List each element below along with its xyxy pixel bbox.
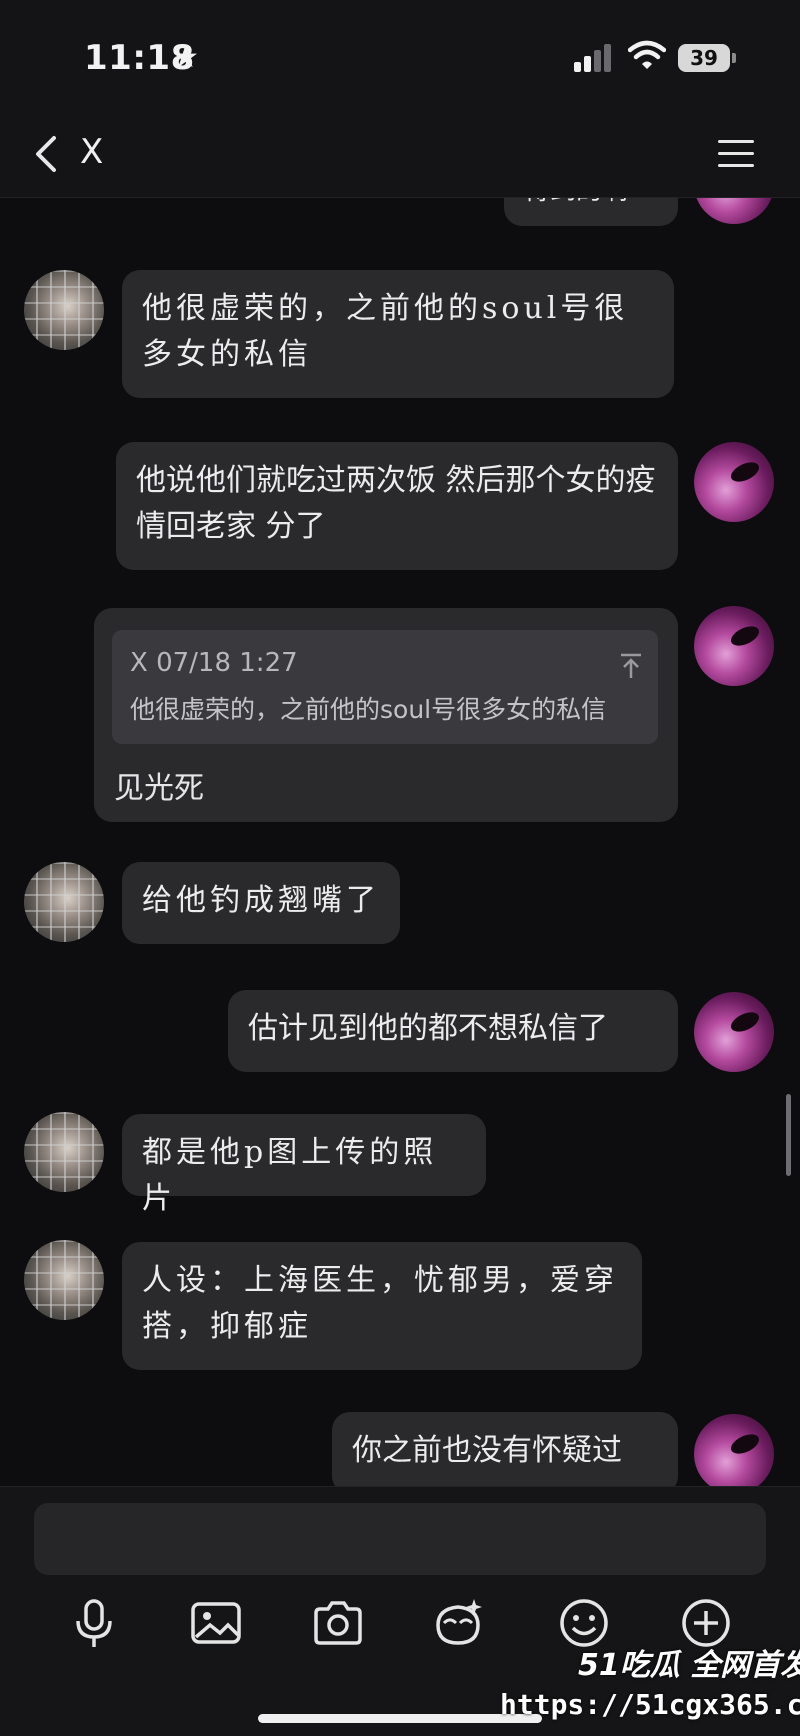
back-button[interactable] xyxy=(22,128,74,180)
message-text: 估计见到他的都不想私信了 xyxy=(248,1011,608,1046)
battery-nub xyxy=(732,53,736,63)
quoted-message-meta: X 07/18 1:27 xyxy=(130,648,298,678)
message-list[interactable]: 得到的啊 他很虚荣的，之前他的soul号很多女的私信 他说他们就吃过两次饭 然后… xyxy=(0,198,800,1486)
message-text: 见光死 xyxy=(114,771,204,806)
microphone-icon[interactable] xyxy=(66,1595,122,1651)
my-avatar[interactable] xyxy=(694,606,774,686)
watermark: 51吃瓜 全网首发 https://51cgx365.com xyxy=(500,1640,800,1736)
message-bubble-outgoing[interactable]: 得到的啊 xyxy=(504,198,678,226)
status-bar: 11:18 ★ 39 xyxy=(0,0,800,110)
message-bubble-incoming[interactable]: 都是他p图上传的照片 xyxy=(122,1114,486,1216)
chat-header: X xyxy=(0,110,800,198)
contact-avatar[interactable] xyxy=(24,862,104,942)
my-avatar[interactable] xyxy=(694,992,774,1072)
chat-title: X xyxy=(80,132,104,172)
contact-avatar[interactable] xyxy=(24,1240,104,1320)
my-avatar[interactable] xyxy=(694,442,774,522)
my-avatar[interactable] xyxy=(694,1414,774,1486)
contact-avatar[interactable] xyxy=(24,270,104,350)
message-bubble-outgoing[interactable]: 估计见到他的都不想私信了 xyxy=(228,990,678,1072)
cellular-signal-icon xyxy=(574,44,614,72)
camera-icon[interactable] xyxy=(310,1595,366,1651)
message-bubble-incoming[interactable]: 给他钓成翘嘴了 xyxy=(122,862,400,944)
message-text: 人设：上海医生，忧郁男，爱穿搭，抑郁症 xyxy=(142,1263,618,1344)
battery-level: 39 xyxy=(690,46,718,70)
message-text: 得到的啊 xyxy=(504,198,678,230)
menu-button[interactable] xyxy=(714,132,760,176)
contact-avatar[interactable] xyxy=(24,1112,104,1192)
message-text: 他很虚荣的，之前他的soul号很多女的私信 xyxy=(142,291,629,372)
message-text: 都是他p图上传的照片 xyxy=(142,1135,438,1216)
message-bubble-incoming[interactable]: 人设：上海医生，忧郁男，爱穿搭，抑郁症 xyxy=(122,1242,642,1370)
scrollbar[interactable] xyxy=(786,1094,791,1176)
message-text: 他说他们就吃过两次饭 然后那个女的疫情回老家 分了 xyxy=(136,463,656,544)
message-bubble-incoming[interactable]: 他很虚荣的，之前他的soul号很多女的私信 xyxy=(122,270,674,398)
sticker-icon[interactable] xyxy=(430,1595,486,1651)
watermark-brand: 51吃瓜 全网首发 xyxy=(578,1648,800,1683)
quoted-message-text: 他很虚荣的，之前他的soul号很多女的私信 xyxy=(130,695,607,724)
my-avatar[interactable] xyxy=(694,198,774,224)
message-bubble-outgoing[interactable]: 你之前也没有怀疑过 xyxy=(332,1412,678,1486)
message-text: 你之前也没有怀疑过 xyxy=(352,1433,622,1468)
message-text: 给他钓成翘嘴了 xyxy=(142,883,380,918)
image-icon[interactable] xyxy=(188,1595,244,1651)
quoted-message[interactable]: X 07/18 1:27 他很虚荣的，之前他的soul号很多女的私信 xyxy=(112,630,658,744)
battery-icon: 39 xyxy=(678,44,730,72)
jump-to-message-icon[interactable] xyxy=(618,652,644,680)
watermark-url: https://51cgx365.com xyxy=(500,1688,800,1721)
message-bubble-outgoing[interactable]: 他说他们就吃过两次饭 然后那个女的疫情回老家 分了 xyxy=(116,442,678,570)
star-icon: ★ xyxy=(172,40,199,75)
wifi-icon xyxy=(628,40,666,69)
message-input[interactable] xyxy=(34,1503,766,1575)
